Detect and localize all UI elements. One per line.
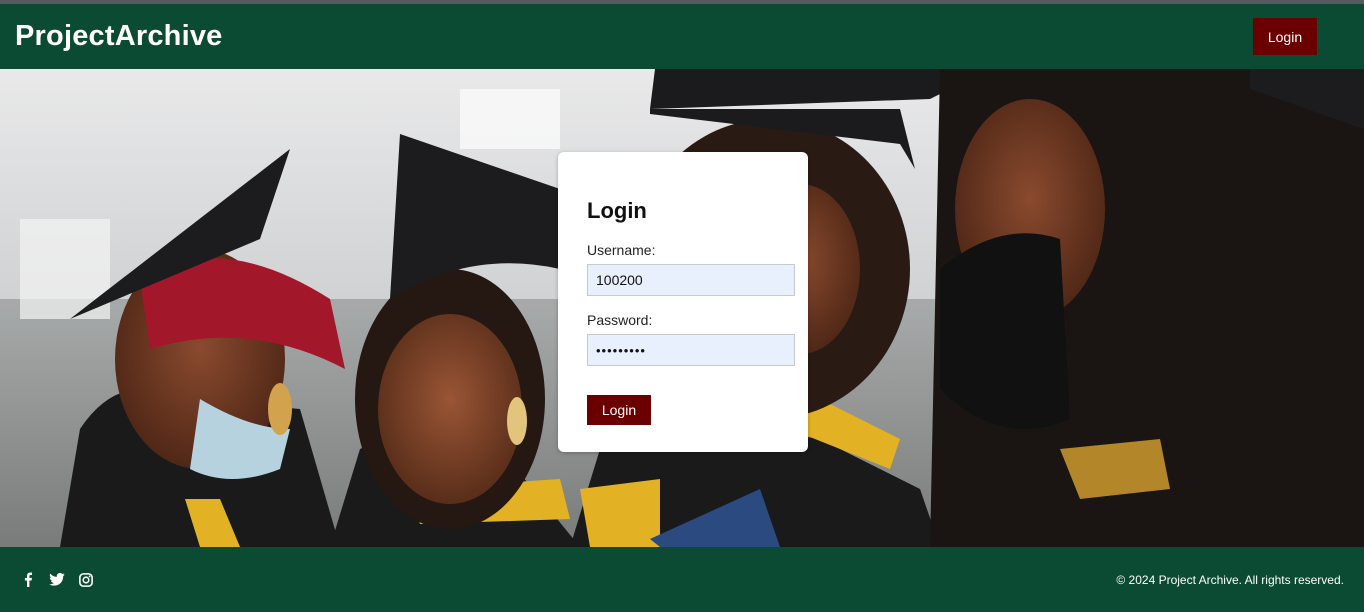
- social-links: [20, 572, 94, 588]
- brand-logo[interactable]: ProjectArchive: [15, 20, 223, 53]
- navbar: ProjectArchive Login: [0, 4, 1364, 69]
- nav-login-button[interactable]: Login: [1253, 18, 1317, 55]
- facebook-icon[interactable]: [20, 572, 36, 588]
- instagram-icon[interactable]: [78, 572, 94, 588]
- twitter-icon[interactable]: [49, 572, 65, 588]
- username-label: Username:: [587, 242, 656, 258]
- footer: © 2024 Project Archive. All rights reser…: [0, 547, 1364, 612]
- login-card: Login Username: 100200 Password: •••••••…: [558, 152, 808, 452]
- password-label: Password:: [587, 312, 653, 328]
- login-title: Login: [587, 198, 647, 223]
- username-input[interactable]: 100200: [587, 264, 795, 296]
- login-submit-button[interactable]: Login: [587, 395, 651, 425]
- password-input[interactable]: •••••••••: [587, 334, 795, 366]
- copyright-text: © 2024 Project Archive. All rights reser…: [1116, 572, 1344, 587]
